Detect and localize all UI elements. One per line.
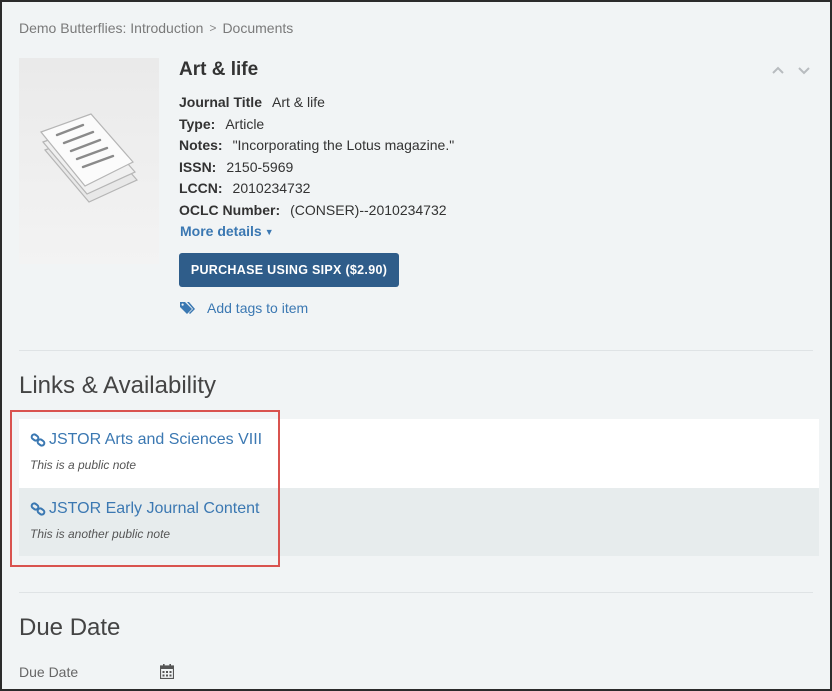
field-issn: ISSN: 2150-5969 [179, 157, 454, 179]
highlight-box [10, 410, 280, 567]
breadcrumb-item-documents[interactable]: Documents [222, 20, 293, 36]
record-metadata: Journal Title Art & life Type: Article Not… [179, 92, 454, 221]
links-availability-heading: Links & Availability [19, 372, 216, 399]
field-label: Notes: [179, 137, 223, 153]
field-value: (CONSER)--2010234732 [290, 201, 447, 218]
field-value: Article [225, 115, 265, 132]
breadcrumb-item-course[interactable]: Demo Butterflies: Introduction [19, 20, 203, 36]
add-tags-link[interactable]: Add tags to item [180, 300, 308, 316]
section-divider [19, 350, 813, 351]
breadcrumb: Demo Butterflies: Introduction > Documen… [19, 20, 293, 36]
breadcrumb-separator: > [209, 21, 217, 35]
field-label: ISSN: [179, 158, 217, 175]
add-tags-label: Add tags to item [207, 300, 309, 316]
field-notes: Notes: "Incorporating the Lotus magazine.… [179, 135, 454, 157]
more-details-toggle[interactable]: More details ▼ [180, 223, 274, 239]
section-divider [19, 592, 813, 593]
field-label: Type: [179, 115, 216, 132]
purchase-sipx-button[interactable]: PURCHASE USING SIPX ($2.90) [179, 253, 399, 287]
field-value: 2150-5969 [226, 158, 294, 175]
chevron-down-icon[interactable] [796, 62, 812, 78]
item-thumbnail [19, 58, 159, 264]
field-oclc-number: OCLC Number: (CONSER)--2010234732 [179, 200, 454, 222]
tags-icon [180, 302, 195, 314]
field-label: Journal Title [179, 94, 262, 110]
document-stack-icon [39, 113, 138, 203]
field-label: LCCN: [179, 180, 223, 196]
calendar-icon[interactable] [159, 664, 175, 684]
field-value: "Incorporating the Lotus magazine." [232, 137, 455, 153]
due-date-label: Due Date [19, 664, 79, 680]
more-details-label: More details [180, 223, 262, 239]
page-frame: Demo Butterflies: Introduction > Documen… [0, 0, 832, 691]
field-journal-title: Journal Title Art & life [179, 92, 454, 114]
record-title: Art & life [179, 59, 259, 80]
record-navigation [770, 62, 812, 78]
due-date-heading: Due Date [19, 614, 121, 641]
chevron-up-icon[interactable] [770, 62, 786, 78]
field-label: OCLC Number: [179, 201, 281, 218]
field-value: Art & life [271, 94, 325, 110]
field-value: 2010234732 [232, 180, 311, 196]
field-lccn: LCCN: 2010234732 [179, 178, 454, 200]
field-type: Type: Article [179, 114, 454, 136]
caret-down-icon: ▼ [264, 227, 274, 238]
